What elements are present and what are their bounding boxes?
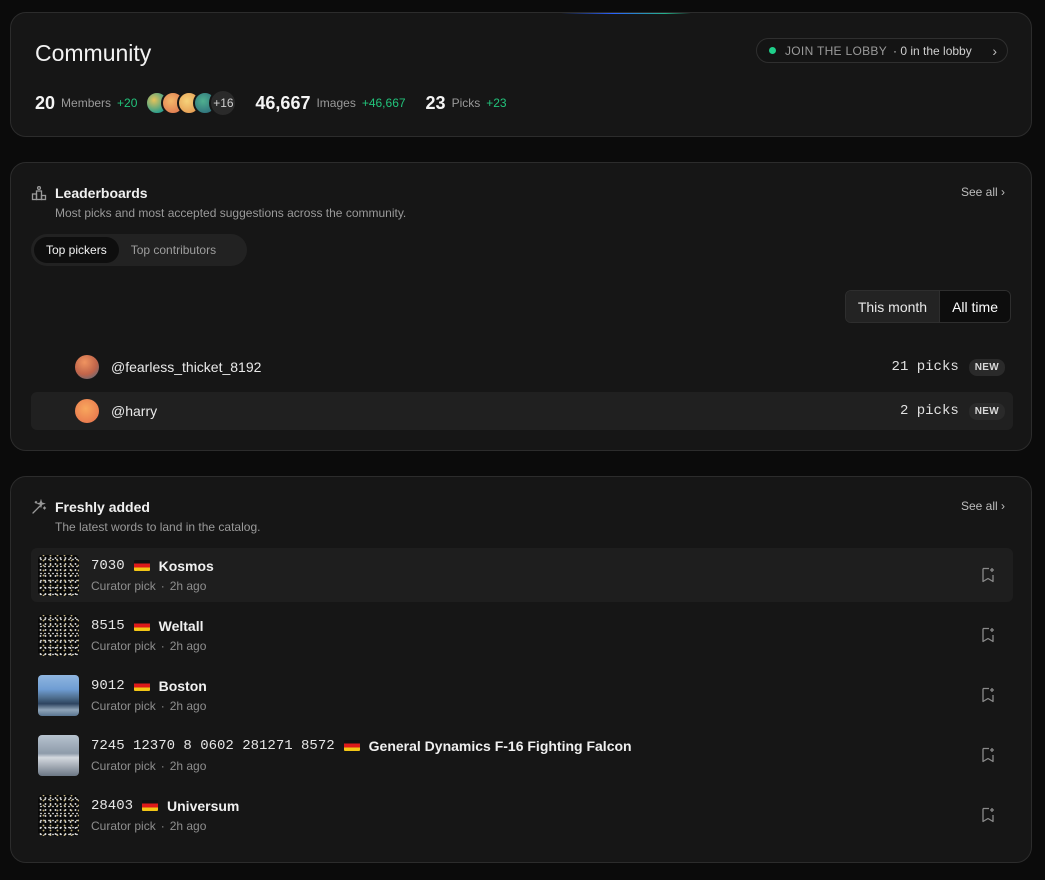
bookmark-add-icon[interactable] bbox=[979, 566, 997, 584]
source-label: Curator pick bbox=[91, 698, 156, 713]
members-label: Members bbox=[61, 96, 112, 110]
top-glow bbox=[561, 13, 691, 14]
source-label: Curator pick bbox=[91, 638, 156, 653]
list-item[interactable]: 7245 12370 8 0602 281271 8572 General Dy… bbox=[31, 728, 1013, 782]
word-ids: 28403 bbox=[91, 797, 134, 814]
source-label: Curator pick bbox=[91, 758, 156, 773]
page-title: Community bbox=[35, 40, 152, 66]
time-range-toggle: This month All time bbox=[844, 290, 1011, 323]
german-flag-icon bbox=[133, 680, 150, 691]
word-title: Universum bbox=[167, 797, 240, 814]
word-ids: 7030 bbox=[91, 557, 125, 574]
thumbnail-image bbox=[38, 734, 79, 776]
section-title: Freshly added bbox=[55, 499, 150, 515]
username: @harry bbox=[111, 403, 158, 419]
list-item[interactable]: 28403 Universum Curator pick · 2h ago bbox=[31, 788, 1013, 842]
bookmark-add-icon[interactable] bbox=[979, 806, 997, 824]
thumbnail-image bbox=[38, 554, 79, 596]
podium-icon bbox=[31, 185, 47, 201]
see-all-link[interactable]: See all › bbox=[961, 185, 1005, 199]
list-item[interactable]: 7030 Kosmos Curator pick · 2h ago bbox=[31, 548, 1013, 602]
pick-count: 2 picks bbox=[899, 403, 959, 419]
table-row[interactable]: @harry 2 picks NEW bbox=[31, 392, 1013, 430]
source-label: Curator pick bbox=[91, 578, 156, 593]
word-ids: 7245 12370 8 0602 281271 8572 bbox=[91, 737, 335, 754]
status-badge: NEW bbox=[968, 402, 1005, 420]
bookmark-add-icon[interactable] bbox=[979, 746, 997, 764]
list-item[interactable]: 9012 Boston Curator pick · 2h ago bbox=[31, 668, 1013, 722]
word-title: Kosmos bbox=[158, 557, 214, 574]
community-stats: 20 Members +20 +16 46,667 Images +46,667… bbox=[35, 89, 507, 117]
member-avatars[interactable]: +16 bbox=[145, 89, 238, 117]
username: @fearless_thicket_8192 bbox=[111, 359, 262, 375]
more-members-badge: +16 bbox=[209, 89, 238, 117]
word-title: Weltall bbox=[158, 617, 204, 634]
lobby-label: JOIN THE LOBBY bbox=[785, 43, 888, 58]
freshly-added-card: Freshly added The latest words to land i… bbox=[10, 476, 1032, 863]
thumbnail-image bbox=[38, 614, 79, 656]
fresh-header: Freshly added The latest words to land i… bbox=[31, 499, 260, 534]
images-count: 46,667 bbox=[255, 92, 311, 113]
table-row[interactable]: @fearless_thicket_8192 21 picks NEW bbox=[31, 348, 1013, 386]
chevron-right-icon: › bbox=[992, 42, 997, 59]
members-count: 20 bbox=[35, 92, 56, 113]
section-subtitle: The latest words to land in the catalog. bbox=[55, 520, 261, 534]
range-all-time[interactable]: All time bbox=[939, 291, 1010, 322]
word-ids: 9012 bbox=[91, 677, 125, 694]
thumbnail-image bbox=[38, 794, 79, 836]
see-all-link[interactable]: See all › bbox=[961, 499, 1005, 513]
german-flag-icon bbox=[142, 800, 159, 811]
section-subtitle: Most picks and most accepted suggestions… bbox=[55, 206, 407, 220]
source-label: Curator pick bbox=[91, 818, 156, 833]
status-badge: NEW bbox=[968, 358, 1005, 376]
word-ids: 8515 bbox=[91, 617, 125, 634]
join-lobby-button[interactable]: JOIN THE LOBBY · 0 in the lobby › bbox=[756, 38, 1008, 63]
sparkles-icon bbox=[31, 499, 47, 515]
section-title: Leaderboards bbox=[55, 185, 148, 201]
timestamp: 2h ago bbox=[169, 698, 207, 713]
picks-label: Picks bbox=[451, 96, 481, 110]
images-delta: +46,667 bbox=[361, 96, 406, 110]
avatar bbox=[75, 355, 99, 379]
bookmark-add-icon[interactable] bbox=[979, 686, 997, 704]
members-delta: +20 bbox=[117, 96, 138, 110]
avatar bbox=[75, 399, 99, 423]
german-flag-icon bbox=[343, 740, 360, 751]
german-flag-icon bbox=[133, 620, 150, 631]
range-this-month[interactable]: This month bbox=[845, 291, 940, 322]
pick-count: 21 picks bbox=[891, 359, 959, 375]
tab-top-pickers[interactable]: Top pickers bbox=[34, 237, 119, 263]
timestamp: 2h ago bbox=[169, 578, 207, 593]
word-title: Boston bbox=[158, 677, 207, 694]
thumbnail-image bbox=[38, 674, 79, 716]
leaderboard-tabs: Top pickers Top contributors bbox=[31, 234, 247, 266]
leaderboards-card: Leaderboards Most picks and most accepte… bbox=[10, 162, 1032, 451]
list-item[interactable]: 8515 Weltall Curator pick · 2h ago bbox=[31, 608, 1013, 662]
tab-top-contributors[interactable]: Top contributors bbox=[119, 237, 228, 263]
german-flag-icon bbox=[133, 560, 150, 571]
leaderboards-header: Leaderboards Most picks and most accepte… bbox=[31, 185, 406, 220]
images-label: Images bbox=[316, 96, 356, 110]
word-title: General Dynamics F-16 Fighting Falcon bbox=[368, 737, 632, 754]
picks-delta: +23 bbox=[486, 96, 507, 110]
timestamp: 2h ago bbox=[169, 758, 207, 773]
online-dot-icon bbox=[769, 47, 776, 54]
timestamp: 2h ago bbox=[169, 638, 207, 653]
community-card: Community JOIN THE LOBBY · 0 in the lobb… bbox=[10, 12, 1032, 137]
picks-count: 23 bbox=[425, 92, 446, 113]
lobby-count: · 0 in the lobby bbox=[893, 43, 972, 58]
bookmark-add-icon[interactable] bbox=[979, 626, 997, 644]
timestamp: 2h ago bbox=[169, 818, 207, 833]
